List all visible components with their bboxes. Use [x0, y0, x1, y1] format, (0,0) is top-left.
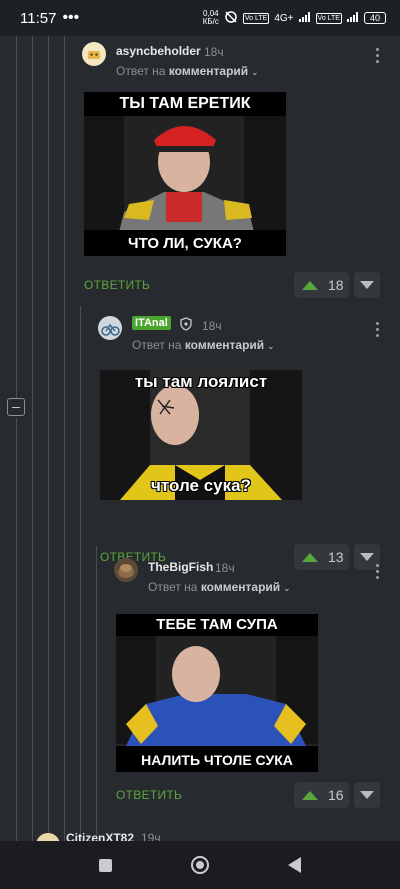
meme-caption-top: ТЫ ТАМ ЕРЕТИК [119, 95, 251, 112]
comment-time: 18ч [215, 561, 235, 575]
comment-image[interactable]: ТЫ ТАМ ЕРЕТИК ЧТО ЛИ, СУКА? [84, 92, 286, 256]
downvote-button[interactable] [354, 272, 380, 298]
meme-caption-bottom: НАЛИТЬ ЧТОЛЕ СУКА [141, 752, 293, 768]
notification-dots: ••• [62, 9, 80, 26]
vote-count: 18 [328, 277, 344, 293]
comments-feed[interactable]: asyncbeholder 18ч Ответ на комментарий⌄ [0, 36, 400, 841]
reply-button[interactable]: ОТВЕТИТЬ [84, 278, 150, 292]
comment: TheBigFish 18ч Ответ на комментарий ⌄ ТЕБ… [114, 558, 387, 813]
thread-line [16, 36, 17, 398]
comment: CitizenXT82 19ч [36, 830, 236, 841]
clock: 11:57 [20, 9, 57, 27]
comment-image[interactable]: ты там лоялист чтоле сука? [100, 370, 302, 500]
comment-time: 18ч [202, 319, 222, 333]
comment: ITAnal 18ч Ответ на комментарий ⌄ ты там … [98, 316, 387, 570]
volte-badge-2: Vo LTE [315, 12, 342, 24]
chevron-down-icon: ⌄ [283, 583, 291, 593]
username[interactable]: CitizenXT82 [66, 831, 134, 841]
signal-icon-2 [346, 11, 359, 25]
battery-icon: 40 [363, 12, 386, 24]
comment-time: 18ч [204, 45, 224, 59]
meme-caption-bottom: чтоле сука? [151, 476, 251, 495]
meme-caption-top: ТЕБЕ ТАМ СУПА [156, 616, 278, 633]
avatar[interactable] [36, 833, 60, 841]
signal-icon [298, 11, 311, 25]
chevron-down-icon: ⌄ [251, 67, 259, 77]
reply-button[interactable]: ОТВЕТИТЬ [116, 788, 182, 802]
thread-line [80, 306, 81, 841]
collapse-thread-button[interactable] [7, 398, 25, 416]
comment-time: 19ч [141, 831, 161, 841]
thread-line [32, 36, 33, 841]
alarm-off-icon [224, 10, 238, 27]
username[interactable]: asyncbeholder [116, 44, 201, 58]
system-navigation-bar [0, 841, 400, 889]
chevron-down-icon: ⌄ [267, 341, 275, 351]
network-type: 4G+ [274, 12, 294, 24]
status-bar: 11:57 ••• 0,04 КБ/с Vo LTE 4G+ Vo LTE 40 [0, 0, 400, 36]
vote-controls: 18 [294, 272, 380, 298]
vote-controls: 16 [294, 782, 380, 808]
username[interactable]: ITAnal [132, 316, 171, 330]
more-options-icon[interactable] [374, 48, 380, 66]
back-icon[interactable] [287, 857, 301, 873]
arrow-up-icon [302, 790, 318, 800]
volte-badge: Vo LTE [242, 12, 270, 24]
avatar[interactable] [82, 42, 106, 66]
more-options-icon[interactable] [374, 564, 380, 582]
arrow-down-icon [360, 281, 374, 289]
upvote-button[interactable]: 16 [294, 782, 349, 808]
vote-count: 16 [328, 787, 344, 803]
reply-to-link[interactable]: Ответ на комментарий ⌄ [132, 338, 275, 352]
upvote-button[interactable]: 18 [294, 272, 349, 298]
avatar[interactable] [98, 316, 122, 340]
network-speed: 0,04 КБ/с [202, 9, 219, 26]
recent-apps-icon[interactable] [99, 858, 113, 872]
shield-icon [180, 317, 192, 331]
reply-to-link[interactable]: Ответ на комментарий ⌄ [116, 64, 259, 78]
home-icon[interactable] [190, 856, 209, 874]
arrow-up-icon [302, 280, 318, 290]
meme-caption-top: ты там лоялист [134, 372, 268, 391]
downvote-button[interactable] [354, 782, 380, 808]
thread-line [96, 546, 97, 841]
thread-line [48, 36, 49, 841]
avatar[interactable] [114, 558, 138, 582]
comment: asyncbeholder 18ч Ответ на комментарий⌄ [82, 42, 387, 302]
thread-line [16, 418, 17, 841]
arrow-down-icon [360, 791, 374, 799]
meme-caption-bottom: ЧТО ЛИ, СУКА? [128, 235, 242, 252]
more-options-icon[interactable] [374, 322, 380, 340]
username[interactable]: TheBigFish [148, 560, 213, 574]
comment-image[interactable]: ТЕБЕ ТАМ СУПА НАЛИТЬ ЧТОЛЕ СУКА [116, 614, 318, 772]
reply-to-link[interactable]: Ответ на комментарий ⌄ [148, 580, 291, 594]
thread-line [64, 36, 65, 841]
